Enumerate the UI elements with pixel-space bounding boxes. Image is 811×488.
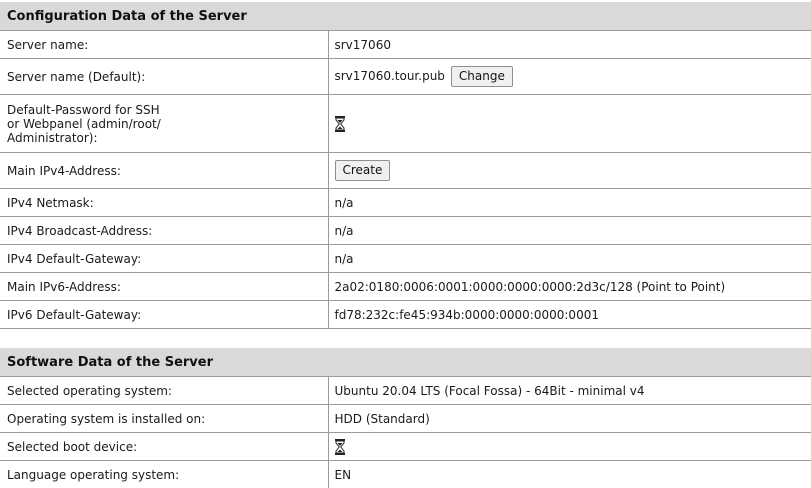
default-password-label-line: or Webpanel (admin/root/ — [7, 116, 161, 131]
language-label: Language operating system: — [0, 460, 329, 488]
main-ipv6-label: Main IPv6-Address: — [0, 272, 329, 301]
main-ipv4-label: Main IPv4-Address: — [0, 152, 329, 189]
table-row: Main IPv4-Address: Create — [0, 152, 811, 189]
boot-device-label: Selected boot device: — [0, 432, 329, 461]
change-button[interactable]: Change — [450, 66, 513, 87]
software-section-title: Software Data of the Server — [0, 348, 811, 377]
language-value: EN — [334, 467, 352, 482]
ipv4-broadcast-value: n/a — [328, 216, 811, 245]
table-row: Selected operating system: Ubuntu 20.04 … — [0, 376, 811, 405]
default-password-label-line: Default-Password for SSH — [7, 102, 160, 117]
main-ipv4-cell: Create — [328, 152, 811, 189]
hourglass-icon — [334, 115, 345, 132]
ipv4-gateway-label: IPv4 Default-Gateway: — [0, 244, 329, 273]
ipv6-gateway-label: IPv6 Default-Gateway: — [0, 300, 329, 329]
config-table: Configuration Data of the Server Server … — [0, 2, 811, 329]
operating-system-label: Selected operating system: — [0, 376, 329, 405]
table-row: Server name: srv17060 — [0, 30, 811, 59]
software-table: Software Data of the Server Selected ope… — [0, 348, 811, 488]
server-name-default-cell: srv17060.tour.pub Change — [328, 58, 811, 95]
ipv4-netmask-label: IPv4 Netmask: — [0, 188, 329, 217]
table-row: Main IPv6-Address: 2a02:0180:0006:0001:0… — [0, 272, 811, 301]
config-section-title: Configuration Data of the Server — [0, 2, 811, 31]
software-panel: Software Data of the Server Selected ope… — [0, 348, 811, 488]
server-name-default-value: srv17060.tour.pub — [334, 69, 445, 83]
default-password-value — [328, 94, 811, 153]
default-password-label-line: Administrator): — [7, 130, 98, 145]
server-name-value: srv17060 — [328, 30, 811, 59]
table-row: IPv4 Broadcast-Address: n/a — [0, 216, 811, 245]
main-ipv6-value: 2a02:0180:0006:0001:0000:0000:0000:2d3c/… — [328, 272, 811, 301]
ipv6-gateway-value: fd78:232c:fe45:934b:0000:0000:0000:0001 — [328, 300, 811, 329]
table-row: Default-Password for SSH or Webpanel (ad… — [0, 94, 811, 153]
table-row: Operating system is installed on: HDD (S… — [0, 404, 811, 433]
table-row: Server name (Default): srv17060.tour.pub… — [0, 58, 811, 95]
server-name-label: Server name: — [0, 30, 329, 59]
table-row: Selected boot device: — [0, 432, 811, 461]
config-panel: Configuration Data of the Server Server … — [0, 2, 811, 329]
server-name-default-label: Server name (Default): — [0, 58, 329, 95]
hourglass-icon — [334, 438, 345, 455]
table-row: Language operating system: EN — [0, 460, 811, 488]
table-row: IPv4 Netmask: n/a — [0, 188, 811, 217]
ipv4-gateway-value: n/a — [328, 244, 811, 273]
installed-on-label: Operating system is installed on: — [0, 404, 329, 433]
default-password-label: Default-Password for SSH or Webpanel (ad… — [0, 94, 329, 153]
table-row: IPv4 Default-Gateway: n/a — [0, 244, 811, 273]
boot-device-value — [328, 432, 811, 461]
ipv4-netmask-value: n/a — [328, 188, 811, 217]
installed-on-value: HDD (Standard) — [328, 404, 811, 433]
ipv4-broadcast-label: IPv4 Broadcast-Address: — [0, 216, 329, 245]
create-button[interactable]: Create — [334, 160, 391, 181]
operating-system-value: Ubuntu 20.04 LTS (Focal Fossa) - 64Bit -… — [328, 376, 811, 405]
table-row: IPv6 Default-Gateway: fd78:232c:fe45:934… — [0, 300, 811, 329]
